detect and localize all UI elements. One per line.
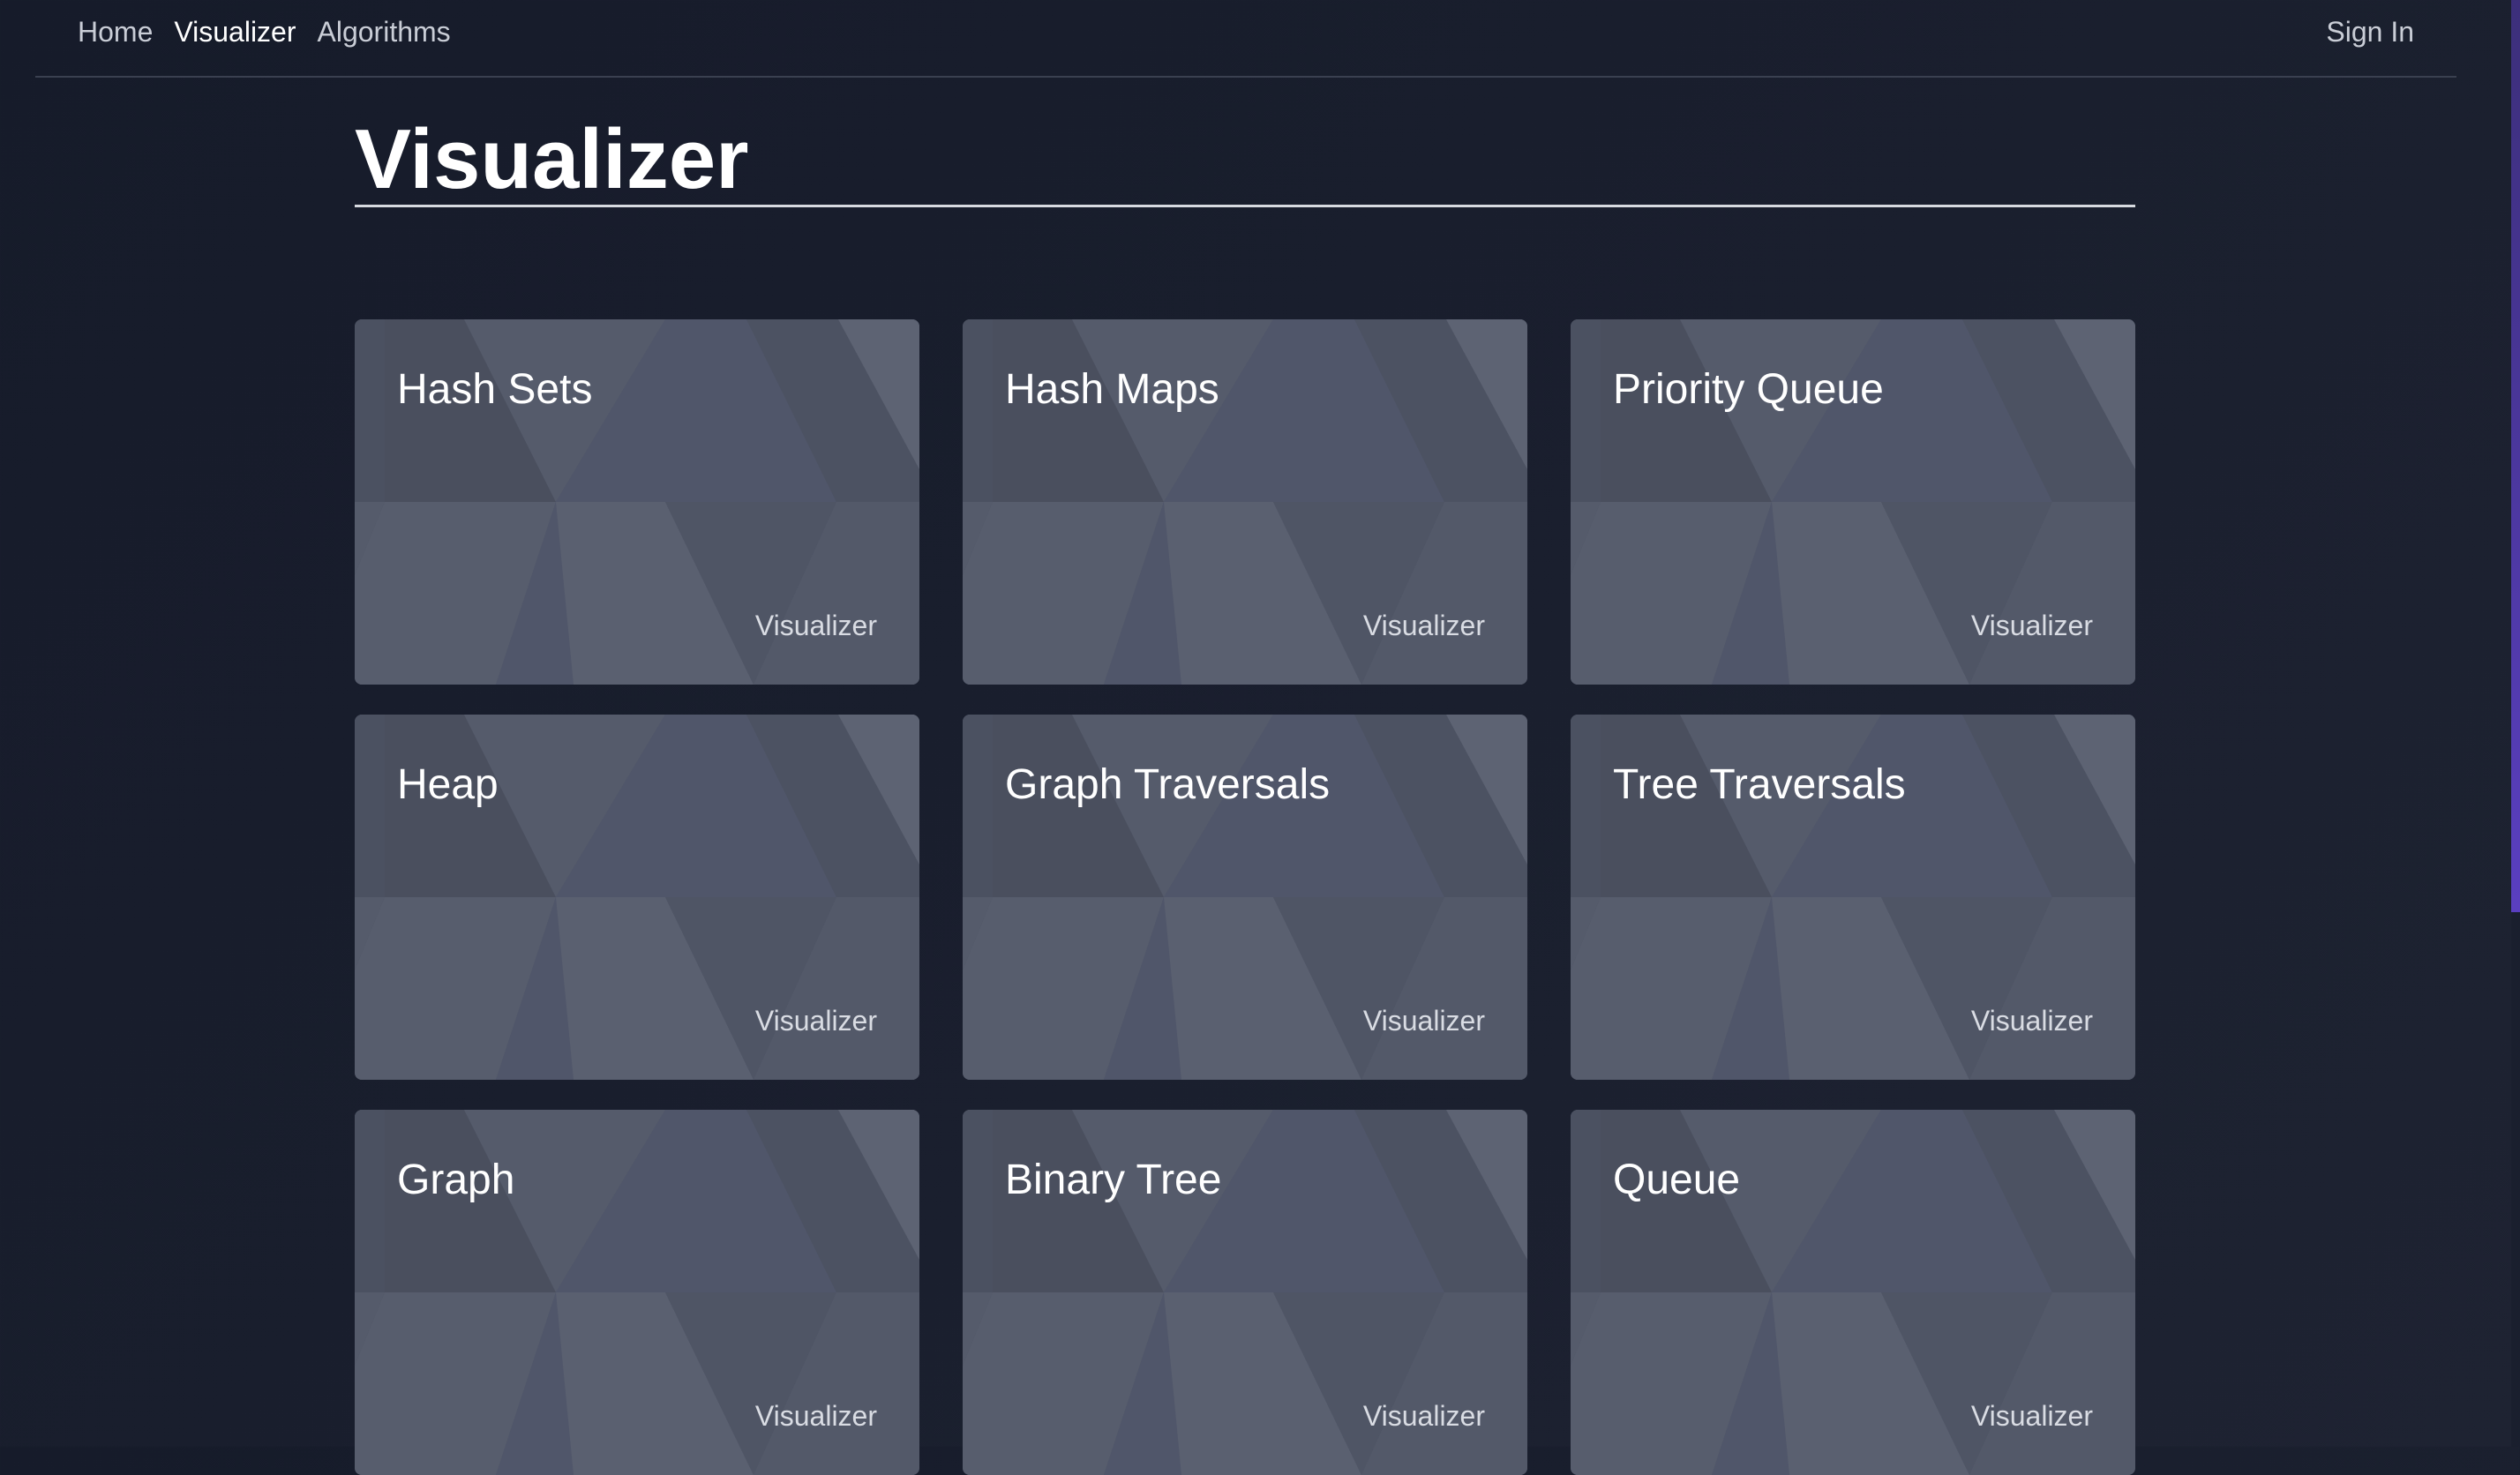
nav-link-home[interactable]: Home (78, 16, 153, 49)
sign-in-link[interactable]: Sign In (2326, 16, 2414, 49)
nav-link-visualizer[interactable]: Visualizer (174, 16, 296, 49)
card-title: Graph (397, 1157, 515, 1203)
card-heap[interactable]: Heap Visualizer (355, 715, 919, 1080)
card-priority-queue[interactable]: Priority Queue Visualizer (1571, 319, 2135, 685)
card-title: Heap (397, 761, 499, 808)
card-subtitle: Visualizer (1362, 1400, 1485, 1432)
card-title: Binary Tree (1005, 1157, 1222, 1203)
card-title: Priority Queue (1613, 366, 1884, 413)
card-queue[interactable]: Queue Visualizer (1571, 1110, 2135, 1475)
page-title: Visualizer (355, 113, 2135, 207)
visualizer-card-grid: Hash Sets Visualizer Hash Maps Visualize… (355, 319, 2135, 1475)
card-subtitle: Visualizer (1362, 1005, 1485, 1037)
card-subtitle: Visualizer (1970, 1005, 2093, 1037)
card-graph-traversals[interactable]: Graph Traversals Visualizer (963, 715, 1527, 1080)
card-title: Hash Maps (1005, 366, 1219, 413)
card-subtitle: Visualizer (754, 610, 877, 641)
card-subtitle: Visualizer (754, 1005, 877, 1037)
card-title: Tree Traversals (1613, 761, 1906, 808)
card-title: Queue (1613, 1157, 1741, 1203)
card-subtitle: Visualizer (1970, 1400, 2093, 1432)
card-title: Hash Sets (397, 366, 593, 413)
nav-link-algorithms[interactable]: Algorithms (318, 16, 451, 49)
card-hash-maps[interactable]: Hash Maps Visualizer (963, 319, 1527, 685)
scrollbar-thumb[interactable] (2511, 0, 2520, 912)
card-subtitle: Visualizer (754, 1400, 877, 1432)
card-tree-traversals[interactable]: Tree Traversals Visualizer (1571, 715, 2135, 1080)
card-title: Graph Traversals (1005, 761, 1331, 808)
card-hash-sets[interactable]: Hash Sets Visualizer (355, 319, 919, 685)
card-subtitle: Visualizer (1362, 610, 1485, 641)
card-binary-tree[interactable]: Binary Tree Visualizer (963, 1110, 1527, 1475)
nav-links: Home Visualizer Algorithms (78, 16, 451, 49)
top-navbar: Home Visualizer Algorithms Sign In (35, 0, 2456, 78)
card-subtitle: Visualizer (1970, 610, 2093, 641)
page-scrollbar[interactable] (2511, 0, 2520, 1447)
card-graph[interactable]: Graph Visualizer (355, 1110, 919, 1475)
